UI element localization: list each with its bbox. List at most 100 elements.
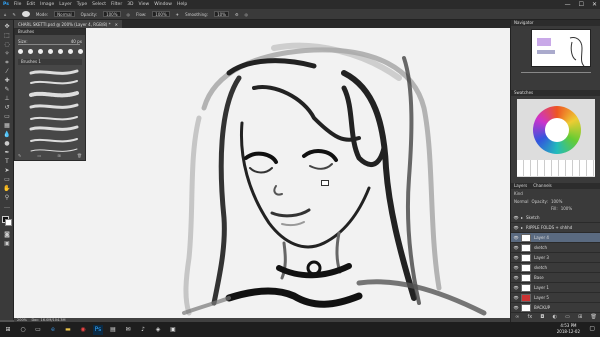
link-layers-icon[interactable]: ∞	[515, 314, 519, 322]
pressure-size-icon[interactable]: ◎	[245, 12, 249, 17]
pen-tool-icon[interactable]: ✒	[3, 150, 11, 156]
fill-value[interactable]: 100%	[561, 206, 572, 211]
layer-row[interactable]: 👁 Layer 3	[511, 253, 600, 263]
chrome-icon[interactable]: ◉	[78, 325, 88, 335]
visibility-icon[interactable]: 👁	[511, 295, 521, 300]
airbrush-icon[interactable]: ✈	[176, 12, 179, 17]
layer-style-icon[interactable]: fx	[527, 314, 532, 322]
filter-kind[interactable]: Kind	[514, 191, 523, 196]
close-button[interactable]: ✕	[592, 1, 597, 8]
tab-layers[interactable]: Layers	[514, 183, 527, 189]
add-mask-icon[interactable]: ◘	[540, 314, 544, 322]
navigator-zoom-slider[interactable]	[521, 72, 591, 73]
opacity-input[interactable]: 100%	[103, 11, 121, 17]
shape-tool-icon[interactable]: ▭	[3, 177, 11, 183]
app-icon[interactable]: ▣	[168, 325, 178, 335]
menu-image[interactable]: Image	[40, 2, 54, 7]
menu-filter[interactable]: Filter	[111, 2, 122, 7]
app-icon[interactable]: ◈	[153, 325, 163, 335]
photoshop-app-icon[interactable]: Ps	[3, 2, 9, 7]
visibility-icon[interactable]: 👁	[511, 275, 521, 280]
quick-mask-icon[interactable]: ◙	[3, 232, 11, 238]
mode-select[interactable]: Normal	[54, 11, 75, 17]
delete-brush-icon[interactable]: 🗑	[77, 153, 82, 158]
more-tools-icon[interactable]: …	[3, 204, 11, 210]
history-brush-icon[interactable]: ↺	[3, 105, 11, 111]
menu-3d[interactable]: 3D	[127, 2, 133, 7]
menu-edit[interactable]: Edit	[26, 2, 35, 7]
visibility-icon[interactable]: 👁	[511, 285, 521, 290]
app-icon[interactable]: ♪	[138, 325, 148, 335]
adjustment-layer-icon[interactable]: ◐	[553, 314, 557, 322]
visibility-icon[interactable]: 👁	[511, 255, 521, 260]
brush-preset[interactable]	[48, 49, 53, 54]
layer-row[interactable]: 👁 sketch	[511, 243, 600, 253]
new-group-icon[interactable]: ▭	[38, 153, 42, 158]
layer-row-selected[interactable]: 👁 Layer 4	[511, 233, 600, 243]
brush-size-slider[interactable]	[18, 44, 80, 45]
start-windows-icon[interactable]: ⊞	[3, 325, 13, 335]
layer-row[interactable]: 👁 ▸ Sketch	[511, 213, 600, 223]
layer-row[interactable]: 👁 Layer 1	[511, 283, 600, 293]
smoothing-settings-icon[interactable]: ⚙	[235, 12, 239, 17]
navigator-thumbnail[interactable]	[531, 29, 591, 67]
crop-tool-icon[interactable]: ⌗	[3, 60, 11, 66]
minimize-button[interactable]: —	[565, 1, 571, 8]
type-tool-icon[interactable]: T	[3, 159, 11, 165]
menu-select[interactable]: Select	[92, 2, 106, 7]
new-group-icon[interactable]: ▭	[565, 314, 570, 322]
flow-input[interactable]: 100%	[152, 11, 170, 17]
visibility-icon[interactable]: 👁	[511, 245, 521, 250]
tab-navigator[interactable]: Navigator	[514, 20, 534, 26]
brush-tool-icon[interactable]: ✎	[13, 12, 16, 17]
color-wheel[interactable]	[533, 106, 581, 154]
menu-window[interactable]: Window	[154, 2, 172, 7]
marquee-tool-icon[interactable]: ⬚	[3, 33, 11, 39]
brush-preset[interactable]	[18, 49, 23, 54]
search-icon[interactable]: ○	[18, 325, 28, 335]
path-select-icon[interactable]: ➤	[3, 168, 11, 174]
edge-icon[interactable]: e	[48, 325, 58, 335]
brush-group-folder[interactable]: Brushes 1	[18, 59, 82, 65]
taskbar-clock[interactable]: 4:53 PM 2018-12-02	[557, 323, 580, 335]
quick-select-icon[interactable]: ✧	[3, 51, 11, 57]
toggle-brush-settings-icon[interactable]: ✎	[18, 153, 21, 158]
maximize-button[interactable]: ☐	[579, 1, 584, 8]
smoothing-input[interactable]: 10%	[214, 11, 229, 17]
brush-preset[interactable]	[68, 49, 73, 54]
canvas[interactable]	[14, 28, 510, 318]
eraser-tool-icon[interactable]: ▭	[3, 114, 11, 120]
visibility-icon[interactable]: 👁	[511, 225, 521, 230]
healing-tool-icon[interactable]: ✚	[3, 78, 11, 84]
tab-channels[interactable]: Channels	[533, 183, 552, 189]
notifications-icon[interactable]: ▢	[589, 325, 595, 332]
background-color-swatch[interactable]	[5, 219, 12, 226]
new-layer-icon[interactable]: ⊞	[578, 314, 582, 322]
tab-swatches[interactable]: Swatches	[514, 90, 533, 96]
photoshop-taskbar-icon[interactable]: Ps	[93, 324, 103, 335]
layer-row[interactable]: 👁 ▸ RIPPLE FOLDS + shhhd	[511, 223, 600, 233]
gradient-tool-icon[interactable]: ▦	[3, 123, 11, 129]
eyedropper-tool-icon[interactable]: ⁄	[3, 69, 11, 75]
file-explorer-icon[interactable]: ▬	[63, 325, 73, 335]
dodge-tool-icon[interactable]: ●	[3, 141, 11, 147]
brush-preset[interactable]	[38, 49, 43, 54]
screen-mode-icon[interactable]: ▣	[3, 241, 11, 247]
visibility-icon[interactable]: 👁	[511, 215, 521, 220]
brush-size-value[interactable]: 40 px	[71, 39, 82, 44]
brush-preset[interactable]	[58, 49, 63, 54]
brush-preset-picker[interactable]	[21, 11, 30, 17]
hand-tool-icon[interactable]: ✋	[3, 186, 11, 192]
app-icon[interactable]: ▤	[108, 325, 118, 335]
layer-row[interactable]: 👁 Layer 5	[511, 293, 600, 303]
visibility-icon[interactable]: 👁	[511, 265, 521, 270]
home-icon[interactable]: ⌂	[4, 12, 7, 17]
blur-tool-icon[interactable]: 💧	[3, 132, 11, 138]
close-tab-icon[interactable]: ✕	[115, 22, 118, 27]
blend-mode-select[interactable]: Normal	[514, 199, 528, 204]
layer-row[interactable]: 👁 Base	[511, 273, 600, 283]
pressure-opacity-icon[interactable]: ◎	[127, 12, 131, 17]
menu-file[interactable]: File	[14, 2, 22, 7]
menu-help[interactable]: Help	[177, 2, 187, 7]
lasso-tool-icon[interactable]: ◌	[3, 42, 11, 48]
